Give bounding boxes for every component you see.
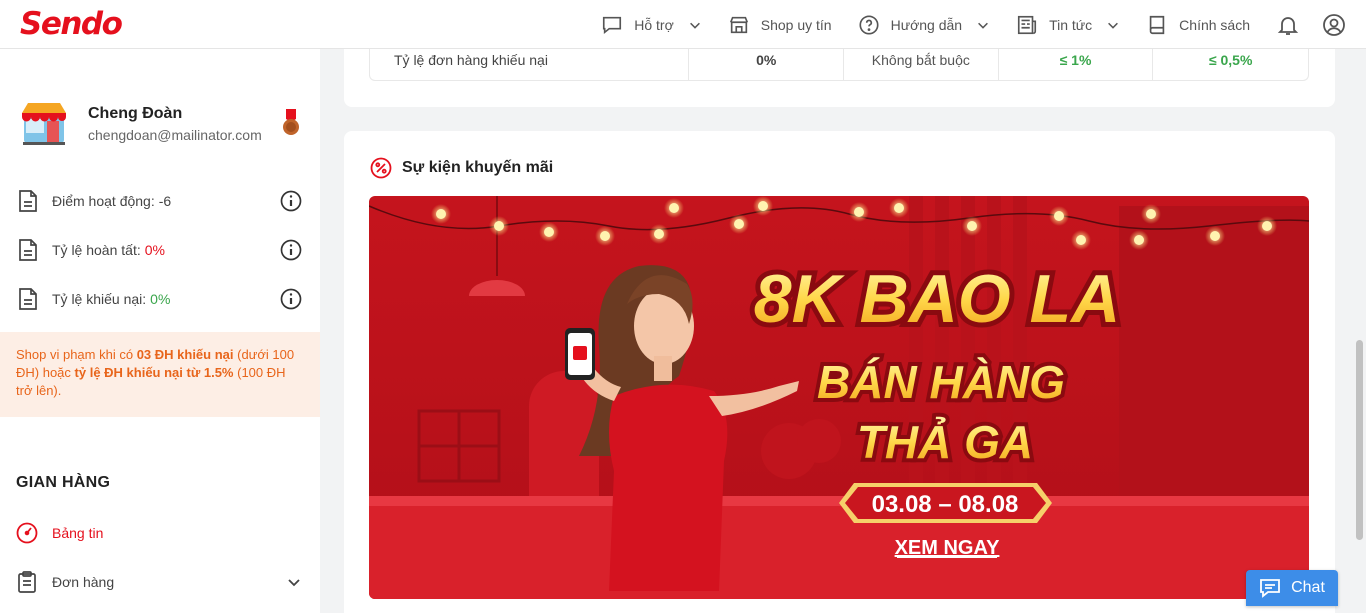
book-icon — [1149, 15, 1165, 34]
chevron-down-icon — [288, 579, 300, 587]
warning-text-1: Shop vi phạm khi có — [16, 347, 137, 362]
discount-icon — [370, 157, 392, 179]
banner-headline: 8K BAO LA — [754, 261, 1120, 337]
nav-support-label: Hỗ trợ — [634, 16, 674, 33]
gauge-icon — [16, 522, 38, 544]
info-icon[interactable] — [280, 190, 302, 212]
promo-banner[interactable]: 8K BAO LA 8K BAO LA BÁN HÀNG BÁN HÀNG TH… — [369, 196, 1309, 599]
scrollbar-thumb[interactable] — [1356, 340, 1363, 540]
top-nav: Hỗ trợ Shop uy tín Hướng dẫn Tin tức Chí… — [601, 0, 1366, 49]
top-bar: Sendo Hỗ trợ Shop uy tín Hướng dẫn Tin t… — [0, 0, 1366, 49]
chevron-down-icon — [689, 22, 700, 29]
info-icon[interactable] — [280, 239, 302, 261]
promo-banner-art: 8K BAO LA 8K BAO LA BÁN HÀNG BÁN HÀNG TH… — [369, 196, 1309, 599]
chat-button[interactable]: Chat — [1246, 570, 1338, 606]
stat-completion-value: 0% — [144, 242, 165, 258]
warning-bold-2: tỷ lệ ĐH khiếu nại từ 1.5% — [74, 365, 234, 380]
chat-icon — [1260, 579, 1280, 598]
stat-activity: Điểm hoạt động: -6 — [18, 187, 308, 215]
banner-line2: BÁN HÀNG — [817, 356, 1065, 408]
nav-policy[interactable]: Chính sách — [1146, 14, 1250, 36]
promotion-header: Sự kiện khuyến mãi — [370, 157, 553, 179]
stat-activity-label: Điểm hoạt động: — [52, 193, 155, 209]
warning-bold-1: 03 ĐH khiếu nại — [136, 347, 234, 362]
account-button[interactable] — [1322, 13, 1346, 37]
news-icon — [1018, 15, 1037, 34]
nav-policy-label: Chính sách — [1179, 16, 1250, 33]
promotion-panel: Sự kiện khuyến mãi 8K BAO LA 8K BAO LA B… — [344, 131, 1335, 613]
sendo-logo[interactable]: Sendo — [20, 6, 123, 42]
clipboard-icon — [18, 571, 36, 593]
nav-guide[interactable]: Hướng dẫn — [858, 14, 990, 36]
stat-complaint-value: 0% — [150, 291, 171, 307]
notifications-button[interactable] — [1276, 13, 1300, 37]
promotion-title: Sự kiện khuyến mãi — [402, 159, 554, 176]
stat-complaint: Tỷ lệ khiếu nại: 0% — [18, 285, 308, 313]
chevron-down-icon — [978, 22, 989, 29]
section-title-shop: GIAN HÀNG — [16, 474, 111, 491]
banner-cta[interactable]: XEM NGAY — [895, 537, 1001, 559]
shop-profile: Cheng Đoàn chengdoan@mailinator.com — [20, 97, 310, 149]
stat-completion: Tỷ lệ hoàn tất: 0% — [18, 236, 308, 264]
sidebar-item-label: Đơn hàng — [52, 574, 115, 590]
medal-icon — [283, 109, 299, 135]
shop-name: Cheng Đoàn — [88, 105, 183, 122]
stat-completion-label: Tỷ lệ hoàn tất: — [52, 242, 141, 258]
chevron-down-icon — [1108, 22, 1119, 29]
chat-label: Chat — [1291, 579, 1325, 596]
user-icon — [1323, 13, 1345, 36]
nav-support[interactable]: Hỗ trợ — [601, 14, 702, 36]
banner-dates: 03.08 – 08.08 — [872, 491, 1019, 518]
sidebar-item-label: Bảng tin — [52, 525, 104, 541]
chat-bubble-icon — [603, 16, 622, 34]
banner-line3: THẢ GA — [857, 416, 1033, 468]
shop-avatar — [22, 103, 66, 145]
bell-icon — [1277, 16, 1299, 35]
info-icon[interactable] — [280, 288, 302, 310]
shop-email: chengdoan@mailinator.com — [88, 127, 262, 143]
document-icon — [19, 288, 37, 310]
nav-trusted-shop-label: Shop uy tín — [760, 16, 832, 33]
help-circle-icon — [859, 14, 879, 35]
store-icon — [729, 16, 748, 33]
document-icon — [19, 190, 37, 212]
nav-guide-label: Hướng dẫn — [890, 16, 963, 33]
nav-trusted-shop[interactable]: Shop uy tín — [728, 14, 832, 36]
sidebar-item-dashboard[interactable]: Bảng tin — [16, 521, 306, 545]
violation-warning: Shop vi phạm khi có 03 ĐH khiếu nại (dướ… — [0, 332, 320, 417]
stat-complaint-label: Tỷ lệ khiếu nại: — [52, 291, 147, 307]
sidebar-item-orders[interactable]: Đơn hàng — [16, 570, 306, 594]
nav-news[interactable]: Tin tức — [1016, 14, 1120, 36]
sidebar: Cheng Đoàn chengdoan@mailinator.com Điểm… — [0, 49, 320, 613]
document-icon — [19, 239, 37, 261]
nav-news-label: Tin tức — [1049, 16, 1093, 33]
stat-activity-value: -6 — [158, 193, 172, 209]
